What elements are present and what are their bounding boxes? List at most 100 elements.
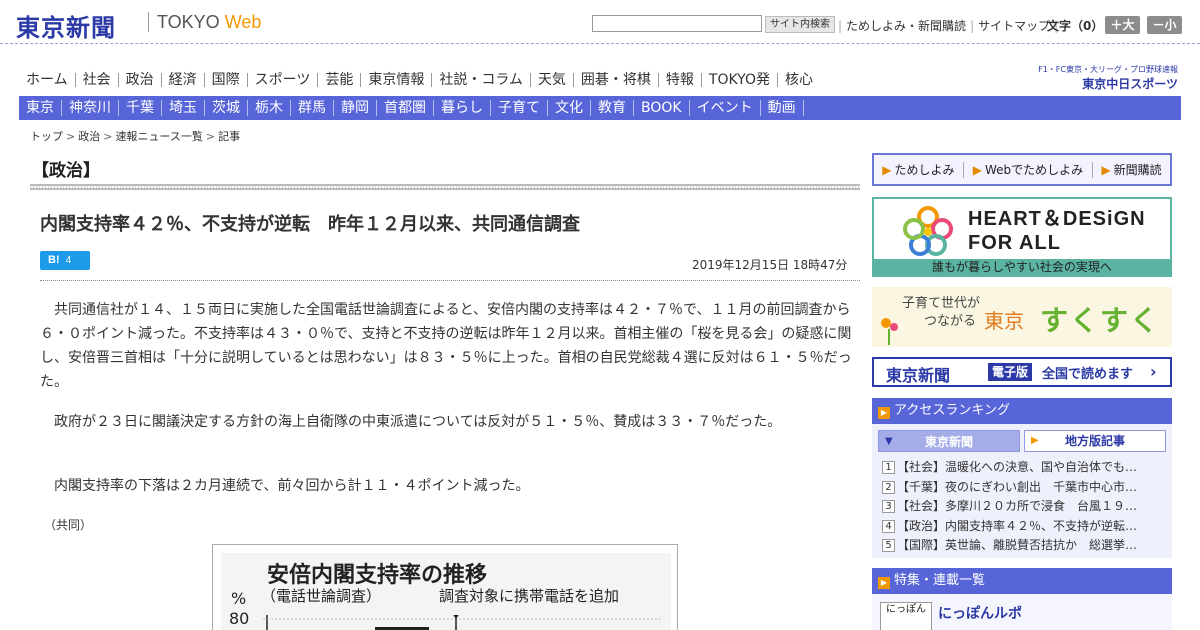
ranking-number: 3 [882,500,895,513]
site-search-button[interactable]: サイト内検索 [765,16,835,33]
section-rule [30,184,860,190]
article-headline: 内閣支持率４２％、不支持が逆転 昨年１２月以来、共同通信調査 [40,214,580,235]
main-nav-item[interactable]: 天気 [531,73,574,87]
feature-item[interactable]: にっぽん にっぽんルポ [872,594,1172,630]
region-nav-item[interactable]: 千葉 [119,100,162,116]
region-nav: 東京 神奈川 千葉 埼玉 茨城 栃木 群馬 静岡 首都圏 暮らし 子育て 文化 教育 BOOK イベント 動画 [19,96,1181,120]
region-nav-item[interactable]: 埼玉 [162,100,205,116]
ranking-title: 【社会】多摩川２０カ所で浸食 台風１９… [897,499,1138,513]
flower-logo-icon [903,206,953,256]
main-nav-item[interactable]: 東京情報 [361,73,433,87]
search-input[interactable] [592,15,762,32]
ranking-header-label: アクセスランキング [894,403,1010,418]
main-nav-item[interactable]: TOKYO発 [702,73,778,87]
region-nav-item[interactable]: 首都圏 [377,100,434,116]
hatebu-count: 4 [65,255,72,266]
main-nav-item[interactable]: 政治 [119,73,162,87]
chunichi-sports-banner[interactable]: F1・FC東京・大リーグ・プロ野球速報 東京中日スポーツ [1026,64,1178,91]
ranking-item[interactable]: 3 【社会】多摩川２０カ所で浸食 台風１９… [882,497,1166,517]
ranking-title: 【国際】英世論、離脱賛否拮抗か 総選挙… [897,538,1138,552]
divider [963,161,965,178]
tagline-line: つながる [924,314,977,329]
main-nav-item[interactable]: 芸能 [318,73,362,87]
main-nav-item[interactable]: 囲碁・将棋 [574,73,659,87]
main-nav: ホーム 社会 政治 経済 国際 スポーツ 芸能 東京情報 社説・コラム 天気 囲碁・将棋 特報 TOKY… [19,70,820,90]
arrow-icon: ▶ [882,163,892,177]
trial-link-label: Webでためしよみ [985,163,1084,177]
tab-tokyo-shimbun[interactable]: ▼ 東京新聞 [878,430,1020,452]
region-nav-item[interactable]: 茨城 [205,100,248,116]
region-nav-item[interactable]: 暮らし [434,100,491,116]
region-nav-item[interactable]: 文化 [548,100,591,116]
figure-unit: % [231,589,247,608]
main-nav-item[interactable]: スポーツ [248,73,319,87]
figure-note: 調査対象に携帯電話を追加 [439,587,620,605]
heart-design-banner[interactable]: HEART＆DESiGN FOR ALL 誰もが暮らしやすい社会の実現へ [872,197,1172,277]
region-nav-item[interactable]: 動画 [761,100,804,116]
main-nav-item[interactable]: 社説・コラム [432,73,531,87]
region-nav-item[interactable]: BOOK [634,100,690,116]
breadcrumb-top[interactable]: トップ [30,130,63,143]
main-nav-item[interactable]: 国際 [205,73,248,87]
ranking-item[interactable]: 4 【政治】内閣支持率４２％、不支持が逆転… [882,517,1166,537]
logo-divider [148,12,149,32]
trial-link-2[interactable]: ▶ Webでためしよみ [973,161,1083,178]
ranking-number: 1 [882,461,895,474]
ranking-title: 【社会】温暖化への決意、国や自治体でも… [897,460,1138,474]
region-nav-item[interactable]: 静岡 [334,100,377,116]
ranking-title: 【政治】内閣支持率４２％、不支持が逆転… [897,518,1138,533]
region-nav-item[interactable]: イベント [690,100,761,116]
font-smaller-button[interactable]: －小 [1147,16,1182,34]
ranking-box: ▼ 東京新聞 ▶ 地方版記事 1 【社会】温暖化への決意、国や自治体でも… 2 【千葉】夜… [872,424,1172,558]
ranking-number: 4 [882,519,895,533]
breadcrumb-politics[interactable]: 政治 [78,130,100,143]
main-nav-item[interactable]: 核心 [778,73,820,87]
tokyo-web-logo[interactable]: TOKYO Web [157,12,261,33]
main-nav-item[interactable]: ホーム [19,73,76,87]
divider [1091,161,1093,178]
sukusuku-name: すくすく [1040,304,1161,337]
digital-edition-banner[interactable]: 東京新聞 電子版 全国で読めます › [872,357,1172,387]
hatena-bookmark-button[interactable]: B! 4 [40,251,90,270]
figure-chart-edge [263,615,663,630]
top-link-sitemap[interactable]: サイトマップ [978,19,1050,33]
breadcrumb-news-list[interactable]: 速報ニュース一覧 [115,130,202,143]
sukusuku-tagline: 子育て世代がつながる [902,295,980,331]
main-nav-item[interactable]: 社会 [76,73,119,87]
edition-text: 全国で読めます [1042,367,1134,382]
ranking-header: ▶ アクセスランキング [872,398,1172,424]
trial-link-3[interactable]: ▶ 新聞購読 [1101,161,1161,178]
web-text: Web [224,12,262,32]
chunichi-brand: 東京中日スポーツ [1082,77,1178,91]
region-nav-item[interactable]: 子育て [491,100,548,116]
region-nav-item[interactable]: 群馬 [291,100,334,116]
main-nav-item[interactable]: 経済 [162,73,205,87]
trial-link-label: ためしよみ [894,163,955,177]
main-nav-item[interactable]: 特報 [659,73,702,87]
tokyo-sukusuku-banner[interactable]: 子育て世代が つながる 東京 すくすく [872,287,1172,347]
arrow-icon: ▶ [1101,163,1111,177]
region-nav-item[interactable]: 栃木 [248,100,291,116]
ranking-number: 5 [882,539,895,552]
approval-rating-figure[interactable]: 安倍内閣支持率の推移 % （電話世論調査） 調査対象に携帯電話を追加 80 [212,544,678,630]
region-nav-item[interactable]: 教育 [591,100,634,116]
tab-local-articles[interactable]: ▶ 地方版記事 [1024,430,1166,452]
region-nav-item[interactable]: 東京 [19,100,62,116]
article-paragraph: 共同通信社が１４、１５両日に実施した全国電話世論調査によると、安倍内閣の支持率は… [40,302,852,390]
separator: | [838,19,843,33]
arrow-icon: ▶ [972,163,982,177]
top-link-subscribe[interactable]: ためしよみ・新聞購読 [846,19,966,33]
tagline-line: 子育て世代が [902,296,981,311]
ranking-item[interactable]: 1 【社会】温暖化への決意、国や自治体でも… [882,458,1166,478]
tokyo-text: TOKYO [157,12,220,32]
chunichi-tagline: F1・FC東京・大リーグ・プロ野球速報 [1038,65,1178,74]
ranking-item[interactable]: 5 【国際】英世論、離脱賛否拮抗か 総選挙… [882,536,1166,556]
sprout-icon [881,318,898,345]
trial-link-1[interactable]: ▶ ためしよみ [882,161,954,178]
site-logo[interactable]: 東京新聞 [16,8,116,43]
tab-label: 東京新聞 [924,435,973,449]
region-nav-item[interactable]: 神奈川 [62,100,119,116]
article-timestamp: 2019年12月15日 18時47分 [692,258,848,272]
ranking-item[interactable]: 2 【千葉】夜のにぎわい創出 千葉市中心市… [882,478,1166,498]
font-bigger-button[interactable]: ＋大 [1105,16,1140,34]
